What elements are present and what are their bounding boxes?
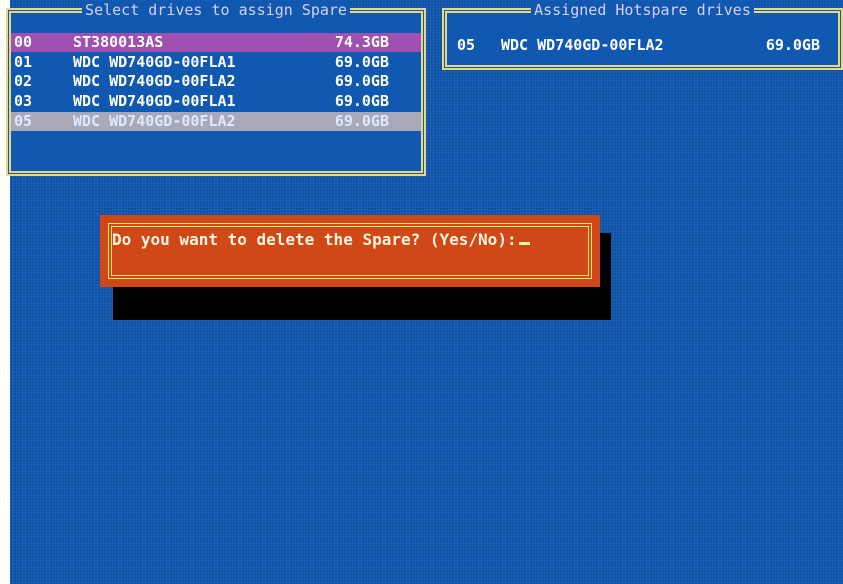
drive-row[interactable]: 05 WDC WD740GD-00FLA2 69.0GB [11,112,421,131]
delete-spare-dialog[interactable]: Do you want to delete the Spare? (Yes/No… [100,215,600,287]
drive-number: 02 [14,72,33,90]
assigned-drive-row[interactable]: 05 WDC WD740GD-00FLA2 69.0GB [447,36,838,55]
drive-row[interactable]: 03 WDC WD740GD-00FLA1 69.0GB [11,92,421,111]
delete-spare-prompt: Do you want to delete the Spare? (Yes/No… [112,230,517,249]
drive-row[interactable]: 02 WDC WD740GD-00FLA2 69.0GB [11,72,421,91]
drive-size: 69.0GB [334,112,389,130]
drive-size: 74.3GB [334,33,389,51]
drive-number: 01 [14,53,33,71]
drive-model: WDC WD740GD-00FLA1 [73,92,236,110]
drive-model: WDC WD740GD-00FLA1 [73,53,236,71]
drive-size: 69.0GB [334,53,389,71]
drive-size: 69.0GB [334,92,389,110]
assigned-hotspare-panel: Assigned Hotspare drives 05 WDC WD740GD-… [442,1,843,70]
drive-model: WDC WD740GD-00FLA2 [73,112,236,130]
text-cursor[interactable] [518,242,530,245]
drive-size: 69.0GB [765,36,820,54]
drive-number: 03 [14,92,33,110]
select-drives-panel: Select drives to assign Spare 00 ST380013… [6,1,426,176]
drive-model: ST380013AS [73,33,164,51]
drive-model: WDC WD740GD-00FLA2 [73,72,236,90]
drive-size: 69.0GB [334,72,389,90]
drive-row[interactable]: 01 WDC WD740GD-00FLA1 69.0GB [11,53,421,72]
assigned-hotspare-title: Assigned Hotspare drives [531,1,754,19]
drive-number: 05 [457,36,476,54]
drive-model: WDC WD740GD-00FLA2 [501,36,664,54]
drive-number: 05 [14,112,33,130]
bios-screen: Select drives to assign Spare 00 ST380013… [6,0,843,584]
drive-row[interactable]: 00 ST380013AS 74.3GB [11,33,421,52]
select-drives-title: Select drives to assign Spare [82,1,350,19]
drive-number: 00 [14,33,33,51]
